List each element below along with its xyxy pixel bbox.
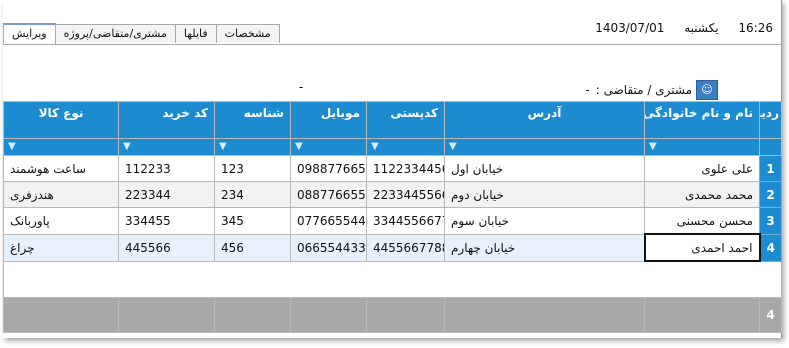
cell-address[interactable]: خیابان سوم (444, 207, 645, 235)
cell-mobile[interactable]: 09887766556 (290, 155, 367, 182)
filter-cell (759, 138, 782, 156)
row-number[interactable]: 4 (759, 233, 782, 262)
cell-address[interactable]: خیابان اول (444, 155, 645, 182)
header-address[interactable]: آدرس (444, 101, 645, 139)
cell-purchase-code[interactable]: 112233 (118, 155, 215, 182)
filter-cell[interactable]: ▼ (118, 138, 215, 156)
cell-purchase-code[interactable]: 223344 (118, 181, 215, 208)
time-text: 16:26 (738, 21, 773, 35)
funnel-icon[interactable]: ▼ (371, 141, 379, 152)
cell-address[interactable]: خیابان دوم (444, 181, 645, 208)
header-postal-code[interactable]: کدپستی (366, 101, 445, 139)
tab-strip: ویرایش مشتری/متقاضی/پروژه فایلها مشخصات (3, 23, 280, 45)
table-row[interactable]: 1 علی علوی خیابان اول 1122334456 0988776… (3, 155, 782, 182)
data-grid: ردیف نام و نام خانوادگی آدرس کدپستی موبا… (3, 101, 782, 333)
filter-cell[interactable]: ▼ (290, 138, 367, 156)
row-number[interactable]: 2 (759, 181, 782, 208)
cell-purchase-code[interactable]: 334455 (118, 207, 215, 235)
cell-id[interactable]: 345 (214, 207, 291, 235)
row-number[interactable]: 1 (759, 155, 782, 182)
window-frame: 16:26 یکشنبه 1403/07/01 ویرایش مشتری/متق… (3, 0, 782, 338)
header-product-type[interactable]: نوع کالا (3, 101, 119, 139)
customer-value: - (585, 83, 590, 97)
funnel-icon[interactable]: ▼ (219, 141, 227, 152)
cell-postal-code[interactable]: 3344556677 (366, 207, 445, 235)
cell-mobile[interactable]: 06655443322 (290, 233, 367, 262)
footer-cell (444, 297, 645, 333)
cell-name[interactable]: محسن محسنی (644, 207, 760, 235)
tab-customer-project[interactable]: مشتری/متقاضی/پروژه (54, 24, 176, 43)
cell-postal-code[interactable]: 4455667788 (366, 233, 445, 262)
tab-files[interactable]: فایلها (174, 24, 217, 43)
footer-cell (644, 297, 760, 333)
grid-header: ردیف نام و نام خانوادگی آدرس کدپستی موبا… (3, 101, 782, 139)
header-name[interactable]: نام و نام خانوادگی (644, 101, 760, 139)
tab-edit[interactable]: ویرایش (3, 23, 56, 45)
footer-cell (214, 297, 291, 333)
customer-extra: - (299, 80, 304, 94)
filter-row: ▼ ▼ ▼ ▼ ▼ ▼ ▼ (3, 138, 782, 156)
people-icon[interactable]: ☺ (696, 80, 718, 100)
footer-cell (366, 297, 445, 333)
header-row-no[interactable]: ردیف (759, 101, 782, 139)
header-id[interactable]: شناسه (214, 101, 291, 139)
cell-id[interactable]: 123 (214, 155, 291, 182)
row-number[interactable]: 3 (759, 207, 782, 235)
cell-mobile[interactable]: 08877665544 (290, 181, 367, 208)
cell-product-type[interactable]: هندزفری (3, 181, 119, 208)
table-row[interactable]: 2 محمد محمدی خیابان دوم 2233445566 08877… (3, 181, 782, 208)
tab-divider (3, 44, 781, 45)
funnel-icon[interactable]: ▼ (295, 141, 303, 152)
header-mobile[interactable]: موبایل (290, 101, 367, 139)
filter-cell[interactable]: ▼ (444, 138, 645, 156)
filter-cell[interactable]: ▼ (214, 138, 291, 156)
tab-details[interactable]: مشخصات (215, 24, 280, 43)
footer-cell (118, 297, 215, 333)
funnel-icon[interactable]: ▼ (8, 141, 16, 152)
cell-id[interactable]: 234 (214, 181, 291, 208)
cell-id[interactable]: 456 (214, 233, 291, 262)
table-row[interactable]: 3 محسن محسنی خیابان سوم 3344556677 07766… (3, 207, 782, 235)
top-bar: 16:26 یکشنبه 1403/07/01 ویرایش مشتری/متق… (3, 0, 781, 45)
cell-purchase-code[interactable]: 445566 (118, 233, 215, 262)
day-text: یکشنبه (684, 21, 719, 35)
funnel-icon[interactable]: ▼ (123, 141, 131, 152)
date-time: 16:26 یکشنبه 1403/07/01 (579, 21, 773, 35)
filter-cell[interactable]: ▼ (644, 138, 760, 156)
cell-product-type[interactable]: ساعت هوشمند (3, 155, 119, 182)
filter-cell[interactable]: ▼ (3, 138, 119, 156)
cell-mobile[interactable]: 07766554433 (290, 207, 367, 235)
filter-cell[interactable]: ▼ (366, 138, 445, 156)
grid-empty-space (3, 260, 782, 298)
funnel-icon[interactable]: ▼ (649, 141, 657, 152)
cell-name-active[interactable]: احمد احمدی (643, 233, 761, 262)
date-text: 1403/07/01 (595, 21, 665, 35)
funnel-icon[interactable]: ▼ (449, 141, 457, 152)
customer-label: مشتری / متقاضی : (595, 83, 692, 97)
table-row-selected[interactable]: 4 احمد احمدی خیابان چهارم 4455667788 066… (3, 233, 782, 262)
cell-product-type[interactable]: چراغ (3, 233, 119, 262)
cell-product-type[interactable]: پاوربانک (3, 207, 119, 235)
customer-row: ☺ مشتری / متقاضی : - (585, 80, 718, 100)
grid-footer: 4 (3, 297, 782, 333)
empty-area (3, 260, 782, 298)
footer-count: 4 (759, 297, 782, 333)
cell-name[interactable]: علی علوی (644, 155, 760, 182)
cell-name[interactable]: محمد محمدی (644, 181, 760, 208)
cell-postal-code[interactable]: 1122334456 (366, 155, 445, 182)
cell-postal-code[interactable]: 2233445566 (366, 181, 445, 208)
footer-cell (290, 297, 367, 333)
footer-cell (3, 297, 119, 333)
header-purchase-code[interactable]: کد خرید (118, 101, 215, 139)
cell-address[interactable]: خیابان چهارم (444, 233, 645, 262)
